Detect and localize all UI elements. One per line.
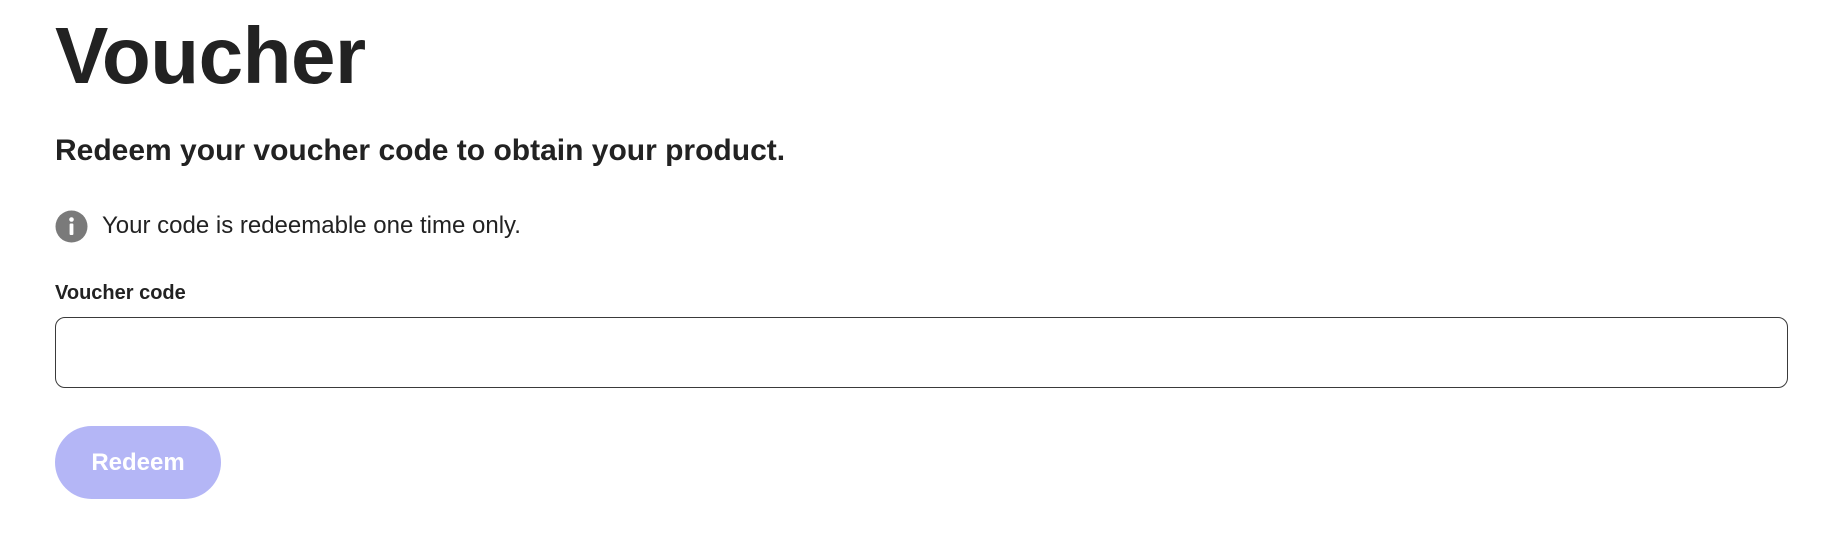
- notice-text: Your code is redeemable one time only.: [102, 212, 521, 239]
- voucher-code-input[interactable]: [55, 317, 1788, 388]
- redeem-notice: Your code is redeemable one time only.: [55, 209, 521, 243]
- page-title: Voucher: [55, 11, 366, 100]
- voucher-code-label: Voucher code: [55, 282, 186, 304]
- page-subtitle: Redeem your voucher code to obtain your …: [55, 134, 786, 167]
- info-icon: [55, 210, 88, 243]
- redeem-button[interactable]: Redeem: [55, 426, 221, 499]
